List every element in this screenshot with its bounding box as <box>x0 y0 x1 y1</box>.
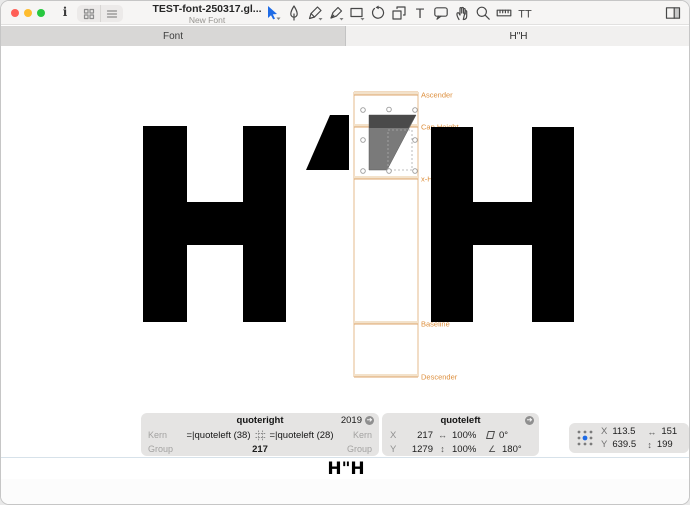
metric-label-ascender: Ascender <box>421 91 453 100</box>
status-bar: F To⁎ − 421 pt + <box>1 479 690 505</box>
bounds-width-value[interactable]: 151 <box>661 426 677 437</box>
kern-left-value[interactable]: =|quoteleft (38) <box>187 430 251 441</box>
speech-bubble-icon <box>433 5 449 21</box>
glyph-H-left[interactable] <box>143 126 286 322</box>
component-transform-panel: quoteleft ➔ X 217 ↔ 100% 0° Y 1279 ↕ 100… <box>382 413 539 456</box>
rotate-icon <box>370 5 386 21</box>
y-axis-label: Y <box>390 444 398 455</box>
annotation-tool-button[interactable] <box>433 5 449 21</box>
glyph-quoteleft-selected[interactable] <box>369 115 416 170</box>
group-right-label: Group <box>341 444 379 454</box>
bounds-height-icon: ↕ <box>647 440 652 450</box>
text-tool-button[interactable]: T <box>412 5 428 21</box>
select-tool-button[interactable] <box>265 5 281 21</box>
font-info-button[interactable]: i <box>58 4 72 21</box>
rectangle-icon <box>349 5 365 21</box>
kern-right-label: Kern <box>341 430 379 440</box>
draw-tool-button[interactable] <box>286 5 302 21</box>
other-pen-tool-button[interactable] <box>328 5 344 21</box>
font-family-name: New Font <box>139 15 275 25</box>
bounds-x-value[interactable]: 113.5 <box>612 426 642 437</box>
bounds-height-value[interactable]: 199 <box>657 439 673 450</box>
list-view-button[interactable] <box>100 5 123 22</box>
metric-label-descender: Descender <box>421 373 458 382</box>
bounds-x-label: X <box>601 426 607 437</box>
kern-left-label: Kern <box>141 430 179 440</box>
y-position-value[interactable]: 1279 <box>403 444 433 455</box>
open-glyph-icon[interactable]: ➔ <box>365 416 374 425</box>
tab-bar: Font H"H <box>1 26 690 46</box>
component-name: quoteleft <box>382 413 539 428</box>
primitives-tool-button[interactable] <box>349 5 365 21</box>
h-scale-icon: ↔ <box>438 430 447 440</box>
window-title-block: TEST-font-250317.gl... New Font <box>139 3 275 25</box>
zoom-window-button[interactable] <box>37 9 45 17</box>
v-scale-icon: ↕ <box>438 444 447 454</box>
x-axis-label: X <box>390 430 398 441</box>
svg-text:T: T <box>416 5 425 21</box>
scale-icon <box>391 5 407 21</box>
pen-nib-icon <box>286 5 302 21</box>
grid-view-icon <box>83 8 95 20</box>
glyph-info-panel: quoteright 2019 ➔ Kern =|quoteleft (38) … <box>141 413 379 456</box>
bounds-width-icon: ↔ <box>647 427 656 437</box>
open-component-icon[interactable]: ➔ <box>525 416 534 425</box>
tab-font[interactable]: Font <box>1 26 346 46</box>
kern-right-value[interactable]: =|quoteleft (28) <box>270 430 334 441</box>
grid-view-button[interactable] <box>77 5 100 22</box>
measure-tool-button[interactable] <box>496 5 512 21</box>
bounds-y-label: Y <box>601 439 607 450</box>
ruler-icon <box>496 5 512 21</box>
document-title: TEST-font-250317.gl... <box>139 3 275 15</box>
glyphs-window: i TEST-font-250317.gl... New Font <box>0 0 690 505</box>
ball-pen-icon <box>328 5 344 21</box>
rotation-value[interactable]: 180° <box>502 444 522 455</box>
bounds-y-value[interactable]: 639.5 <box>612 439 642 450</box>
pencil-tool-button[interactable] <box>307 5 323 21</box>
pencil-icon <box>307 5 323 21</box>
h-scale-value[interactable]: 100% <box>452 430 482 441</box>
sidebar-toggle-button[interactable] <box>665 5 681 21</box>
scale-tool-button[interactable] <box>391 5 407 21</box>
rotation-icon: ∠ <box>487 444 497 455</box>
text-tool-icon: T <box>412 5 428 21</box>
selection-bounds-panel: X 113.5 ↔ 151 Y 639.5 ↕ 199 <box>569 423 689 453</box>
toolbar: T <box>265 5 533 21</box>
glyph-H-right[interactable] <box>431 127 574 322</box>
preview-text: H"H <box>327 459 364 479</box>
origin-center-dot[interactable] <box>583 436 588 441</box>
minimize-window-button[interactable] <box>24 9 32 17</box>
view-mode-segmented-control <box>77 5 123 22</box>
magnifier-icon <box>475 5 491 21</box>
glyph-quoteright[interactable] <box>306 115 349 170</box>
sidebar-panel-icon <box>665 5 681 21</box>
titlebar: i TEST-font-250317.gl... New Font <box>1 1 690 25</box>
close-window-button[interactable] <box>11 9 19 17</box>
hand-tool-button[interactable] <box>454 5 470 21</box>
group-left-label: Group <box>141 444 179 454</box>
zoom-tool-button[interactable] <box>475 5 491 21</box>
slant-icon <box>486 431 495 439</box>
edit-canvas[interactable]: Ascender Cap Height x-Height Baseline De… <box>1 47 690 457</box>
kern-lock-grid-icon[interactable] <box>255 430 266 441</box>
hand-icon <box>454 5 470 21</box>
slant-value[interactable]: 0° <box>499 430 508 441</box>
x-position-value[interactable]: 217 <box>403 430 433 441</box>
tab-edit-hh[interactable]: H"H <box>346 26 690 46</box>
group-value[interactable]: 217 <box>252 444 268 455</box>
svg-text:TT: TT <box>518 9 532 21</box>
rotate-tool-button[interactable] <box>370 5 386 21</box>
preview-bar: H"H <box>1 458 690 479</box>
kerning-tool-button[interactable]: TT <box>517 5 533 21</box>
select-arrow-icon <box>265 5 281 21</box>
list-view-icon <box>106 8 118 20</box>
glyph-width-value[interactable]: 2019 <box>341 413 362 428</box>
v-scale-value[interactable]: 100% <box>452 444 482 455</box>
kerning-tool-icon: TT <box>517 5 533 21</box>
transform-origin-selector[interactable] <box>575 428 595 448</box>
